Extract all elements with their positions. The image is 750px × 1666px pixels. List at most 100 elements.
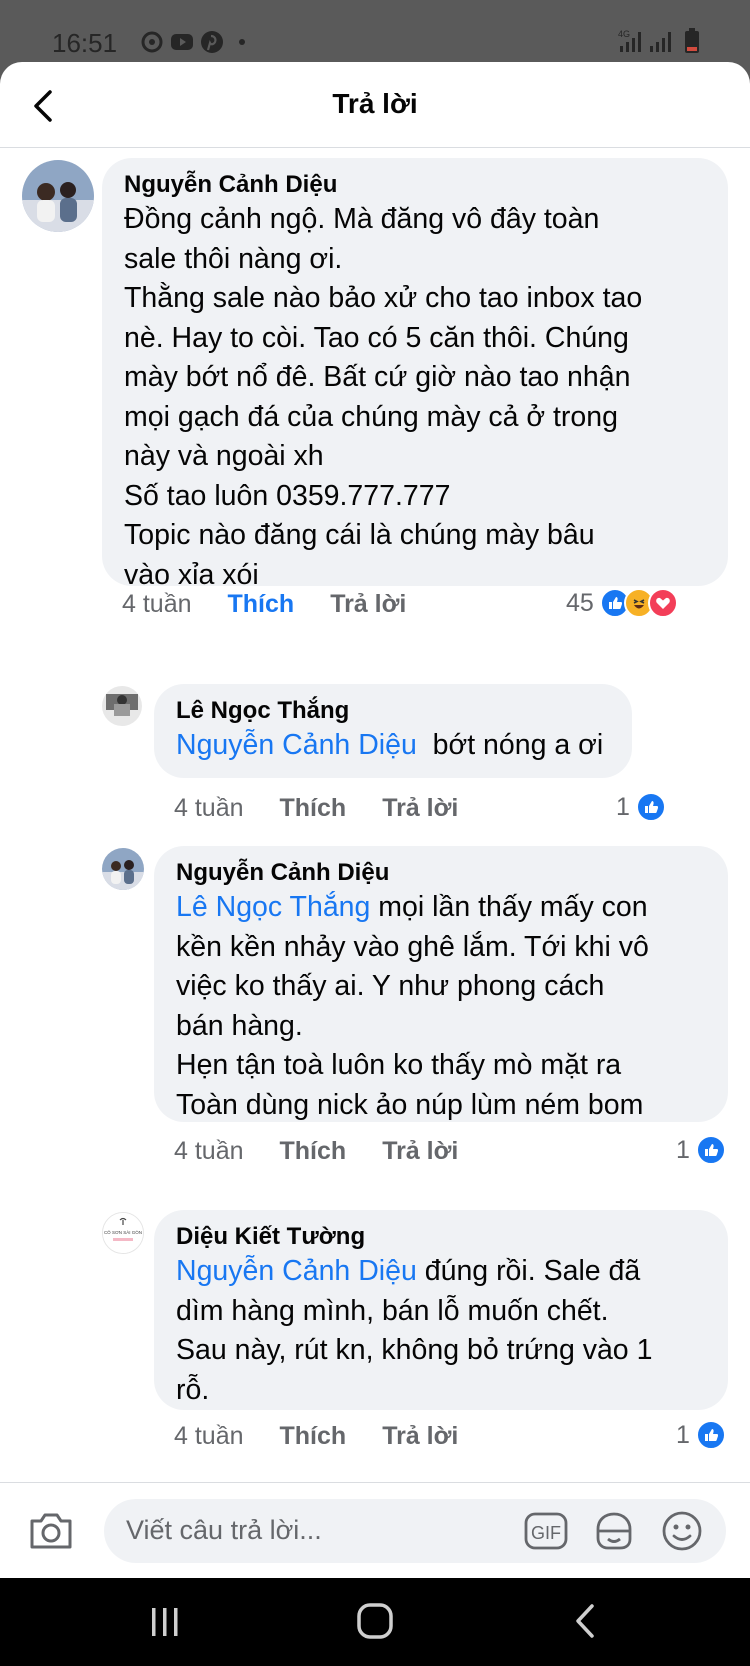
avatar[interactable] (102, 686, 142, 726)
comment-time: 4 tuần (174, 1137, 244, 1165)
avatar-photo (102, 848, 144, 890)
like-reaction-icon (635, 792, 666, 822)
mention-link[interactable]: Lê Ngọc Thắng (176, 891, 370, 923)
comment-actions: 4 tuần Thích Trả lời (122, 590, 442, 619)
header: Trả lời (0, 62, 750, 148)
text-line: này và ngoài xh (124, 440, 324, 472)
reply-input-placeholder: Viết câu trả lời... (126, 1515, 322, 1545)
system-nav-bar (0, 1578, 750, 1666)
youtube-icon (171, 34, 193, 50)
avatar[interactable] (22, 160, 94, 232)
back-nav-icon[interactable] (570, 1602, 600, 1640)
love-reaction-icon (647, 588, 678, 618)
avatar-photo (22, 160, 94, 232)
reply-sheet: Trả lời Nguyễn Cảnh Diệu Đồng cảnh ngộ. … (0, 62, 750, 1578)
network-type: 4G (618, 29, 630, 39)
comment-text: Nguyễn Cảnh Diệu bớt nóng a ơi (176, 726, 610, 766)
text-line: Đồng cảnh ngộ. Mà đăng vô đây toàn (124, 203, 600, 235)
text-line: sale thôi nàng ơi. (124, 242, 343, 275)
sticker-icon[interactable] (592, 1509, 636, 1553)
text-line: Toàn dùng nick ảo núp lùm ném bom (176, 1088, 644, 1121)
like-button[interactable]: Thích (280, 1422, 347, 1451)
comment-body: bớt nóng a ơi (432, 729, 604, 761)
mention-link[interactable]: Nguyễn Cảnh Diệu (176, 729, 417, 761)
avatar-logo: CÔ SƠN SÀI GÒN (103, 1213, 143, 1253)
comment-author[interactable]: Nguyễn Cảnh Diệu (176, 858, 706, 888)
comment-text: Đồng cảnh ngộ. Mà đăng vô đây toàn sale … (124, 200, 706, 595)
reply-input[interactable]: Viết câu trả lời... GIF (104, 1499, 726, 1563)
comment-author[interactable]: Lê Ngọc Thắng (176, 696, 610, 726)
status-notification-icons (140, 30, 254, 54)
comment-actions: 4 tuần Thích Trả lời (174, 794, 494, 823)
comment-actions: 4 tuần Thích Trả lời (174, 1137, 494, 1166)
text-line: bán hàng. (176, 1009, 303, 1042)
avatar[interactable]: CÔ SƠN SÀI GÒN (102, 1212, 144, 1254)
reactions[interactable]: 1 (616, 792, 666, 822)
reactions[interactable]: 45 (566, 588, 678, 618)
signal-icon: 4G (618, 29, 671, 52)
status-time: 16:51 (52, 28, 118, 58)
reaction-count: 1 (616, 792, 630, 821)
like-reaction-icon (695, 1420, 726, 1450)
reaction-count: 1 (676, 1135, 690, 1164)
text-line: Sau này, rút kn, không bỏ trứng vào 1 (176, 1334, 653, 1366)
text-line: mày bớt nổ đê. Bất cứ giờ nào tao nhận (124, 361, 631, 393)
text-line: việc ko thấy ai. Y như phong cách (176, 970, 605, 1002)
comment-time: 4 tuần (122, 590, 192, 618)
text-line: rỗ. (176, 1373, 210, 1406)
reply-button[interactable]: Trả lời (330, 590, 406, 619)
mention-link[interactable]: Nguyễn Cảnh Diệu (176, 1255, 417, 1287)
text-line: mọi gạch đá của chúng mày cả ở trong (124, 400, 618, 433)
sync-icon (141, 31, 163, 53)
reactions[interactable]: 1 (676, 1135, 726, 1165)
comment-body: đúng rồi. Sale đã (424, 1255, 641, 1287)
pinterest-icon (201, 31, 223, 53)
comment-text: Lê Ngọc Thắng mọi lần thấy mấy con kền k… (176, 888, 706, 1125)
gif-label: GIF (531, 1523, 561, 1543)
status-system-icons: 4G (618, 28, 700, 54)
like-button[interactable]: Thích (280, 1137, 347, 1166)
text-line: Lê Ngọc Thắng mọi lần thấy mấy con (176, 888, 706, 928)
comment-bubble: Nguyễn Cảnh Diệu Lê Ngọc Thắng mọi lần t… (154, 846, 728, 1122)
avatar[interactable] (102, 848, 144, 890)
reply-button[interactable]: Trả lời (382, 1422, 458, 1451)
text-line: dìm hàng mình, bán lỗ muốn chết. (176, 1294, 609, 1327)
text-line: Thằng sale nào bảo xử cho tao inbox tao (124, 282, 643, 314)
comment-author[interactable]: Diệu Kiết Tường (176, 1222, 706, 1252)
reaction-count: 45 (566, 588, 594, 617)
reaction-count: 1 (676, 1420, 690, 1449)
comment-text: Nguyễn Cảnh Diệu đúng rồi. Sale đã dìm h… (176, 1252, 706, 1410)
text-line: Topic nào đăng cái là chúng mày bâu (124, 519, 595, 551)
avatar-logo-text: CÔ SƠN SÀI GÒN (104, 1229, 142, 1235)
reply-button[interactable]: Trả lời (382, 1137, 458, 1166)
comment-actions: 4 tuần Thích Trả lời (174, 1422, 494, 1451)
text-line: nè. Hay to còi. Tao có 5 căn thôi. Chúng (124, 321, 629, 354)
text-line: Hẹn tận toà luôn ko thấy mò mặt ra (176, 1049, 622, 1081)
text-line: Nguyễn Cảnh Diệu đúng rồi. Sale đã (176, 1252, 706, 1292)
avatar-photo (102, 686, 142, 726)
status-bar: 16:51 4G (0, 0, 750, 62)
text-line: kền kền nhảy vào ghê lắm. Tới khi vô (176, 930, 649, 963)
page-title: Trả lời (332, 88, 418, 119)
comment-body: mọi lần thấy mấy con (378, 891, 648, 923)
camera-icon[interactable] (28, 1511, 74, 1551)
comment-time: 4 tuần (174, 794, 244, 822)
reply-button[interactable]: Trả lời (382, 794, 458, 823)
emoji-icon[interactable] (660, 1509, 704, 1553)
comment-time: 4 tuần (174, 1422, 244, 1450)
text-line: Số tao luôn 0359.777.777 (124, 479, 451, 512)
comment-author[interactable]: Nguyễn Cảnh Diệu (124, 170, 706, 200)
battery-icon (685, 28, 699, 53)
like-button[interactable]: Thích (228, 590, 295, 619)
like-button[interactable]: Thích (280, 794, 347, 823)
comment-bubble: Nguyễn Cảnh Diệu Đồng cảnh ngộ. Mà đăng … (102, 158, 728, 591)
like-reaction-icon (695, 1135, 726, 1165)
home-icon[interactable] (356, 1602, 394, 1640)
comment-bubble: Lê Ngọc Thắng Nguyễn Cảnh Diệu bớt nóng … (154, 684, 632, 778)
comment-bubble: Diệu Kiết Tường Nguyễn Cảnh Diệu đúng rồ… (154, 1210, 728, 1410)
gif-icon[interactable]: GIF (524, 1511, 568, 1551)
reactions[interactable]: 1 (676, 1420, 726, 1450)
reply-composer: Viết câu trả lời... GIF (0, 1482, 750, 1578)
dot-icon (239, 39, 245, 45)
recent-apps-icon[interactable] (148, 1606, 182, 1638)
